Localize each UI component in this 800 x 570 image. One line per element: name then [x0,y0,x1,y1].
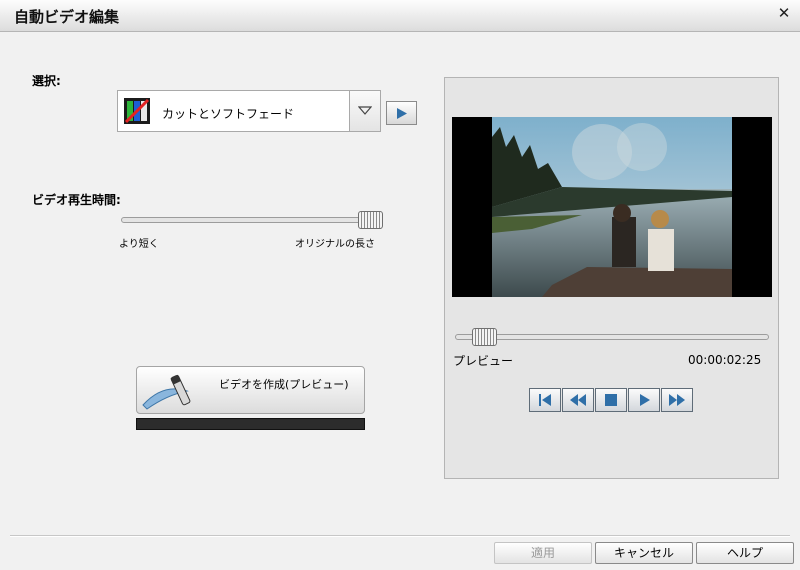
timecode: 00:00:02:25 [688,353,762,367]
play-button[interactable] [628,388,660,412]
preview-scrub-thumb[interactable] [472,328,498,346]
video-frame-image [452,117,772,297]
magic-wand-icon [142,374,191,410]
title-bar: 自動ビデオ編集 ✕ [0,0,800,32]
fast-forward-icon [669,394,685,406]
transport-controls [529,388,694,412]
rewind-icon [570,394,586,406]
play-icon [397,108,407,119]
stop-button[interactable] [595,388,627,412]
make-video-label: ビデオを作成(プレビュー) [219,378,349,391]
apply-button[interactable]: 適用 [494,542,592,564]
skip-to-start-button[interactable] [529,388,561,412]
video-preview [452,117,772,297]
footer-divider [10,535,790,537]
preview-label: プレビュー [453,354,514,368]
make-video-progress [136,418,365,430]
duration-slider-thumb[interactable] [358,211,383,229]
template-name: カットとソフトフェード [162,107,295,121]
window-title: 自動ビデオ編集 [14,8,120,26]
cancel-button[interactable]: キャンセル [595,542,693,564]
duration-slider[interactable] [121,217,383,223]
cut-soft-fade-template-icon [124,98,150,124]
fast-forward-button[interactable] [661,388,693,412]
duration-label: ビデオ再生時間: [32,193,121,207]
make-video-button[interactable]: ビデオを作成(プレビュー) [136,366,365,414]
preview-template-button[interactable] [386,101,417,125]
chevron-down-icon [358,106,372,115]
duration-min-label: より短く [119,239,159,250]
template-dropdown[interactable]: カットとソフトフェード [117,90,381,132]
preview-scrub-slider[interactable] [455,334,769,340]
rewind-button[interactable] [562,388,594,412]
play-icon [640,394,650,406]
selection-label: 選択: [32,74,61,88]
dropdown-toggle[interactable] [349,91,380,131]
stop-icon [605,394,617,406]
duration-max-label: オリジナルの長さ [295,239,375,250]
skip-to-start-icon [539,394,551,406]
help-button[interactable]: ヘルプ [696,542,794,564]
close-icon[interactable]: ✕ [776,5,792,21]
